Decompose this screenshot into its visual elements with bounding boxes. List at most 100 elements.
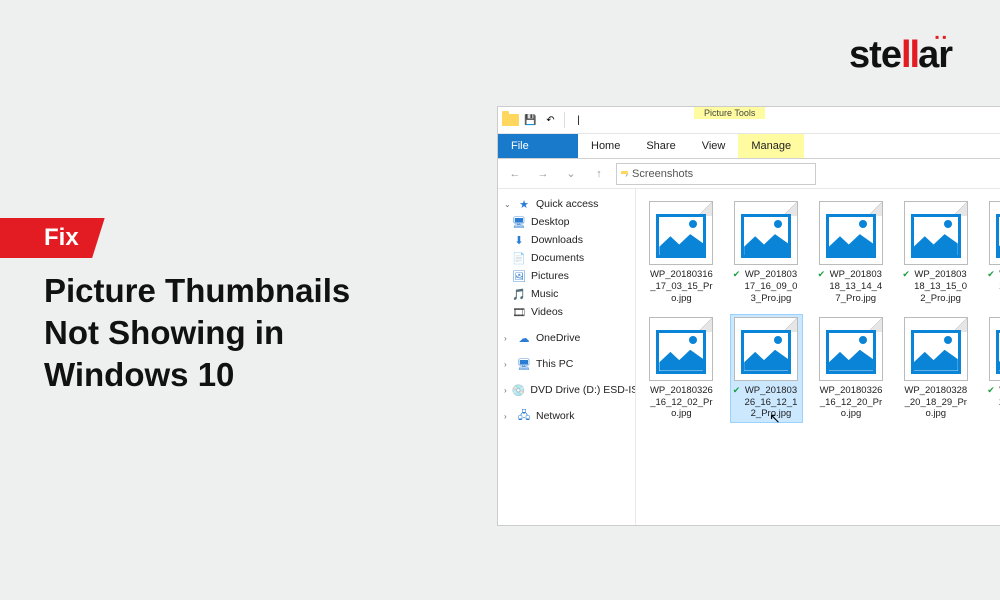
generic-image-icon xyxy=(819,317,883,381)
sync-check-icon: ✔ xyxy=(733,270,741,279)
videos-icon: 🎞 xyxy=(512,305,526,319)
file-name: WP_20180326_16_12_02_Pro.jpg xyxy=(648,385,715,421)
tab-home[interactable]: Home xyxy=(578,134,633,158)
disc-icon: 💿 xyxy=(512,383,526,397)
pc-icon: 🖥 xyxy=(517,357,531,371)
sidebar-label: Quick access xyxy=(536,198,598,210)
qat-customize-icon[interactable]: | xyxy=(570,112,587,129)
nav-back-button[interactable]: ← xyxy=(504,163,526,185)
tool-context-label: Picture Tools xyxy=(694,107,765,119)
address-bar: ← → ⌄ ↑ › Screenshots xyxy=(498,159,1000,189)
navigation-sidebar: ⌄ ★ Quick access 🖥 Desktop ⬇Downloads 📄Do… xyxy=(498,189,636,525)
tab-file[interactable]: File xyxy=(498,134,578,158)
logo-text-ll: ll xyxy=(901,34,918,76)
address-field[interactable]: › Screenshots xyxy=(616,163,816,185)
nav-up-button[interactable]: ↑ xyxy=(588,163,610,185)
file-item-selected[interactable]: ✔WP_20180326_16_12_12_Pro.jpg xyxy=(731,315,802,423)
folder-app-icon xyxy=(502,112,519,129)
brand-logo: ▪▪ stellar xyxy=(849,34,952,77)
generic-image-icon xyxy=(649,317,713,381)
file-explorer-window: 💾 ↶ | Picture Tools File Home Share View… xyxy=(497,106,1000,526)
generic-image-icon xyxy=(734,317,798,381)
network-icon: 🖧 xyxy=(517,409,531,423)
contextual-tool-tab: Picture Tools xyxy=(694,107,765,119)
sidebar-label: Pictures xyxy=(531,270,569,282)
generic-image-icon xyxy=(904,201,968,265)
generic-image-icon xyxy=(989,317,1000,381)
ribbon-tabs: File Home Share View Manage xyxy=(498,134,1000,159)
sidebar-item-pictures[interactable]: 🖼Pictures xyxy=(498,267,635,285)
chevron-right-icon: › xyxy=(504,386,507,395)
file-row: WP_20180326_16_12_02_Pro.jpg ✔WP_2018032… xyxy=(646,315,1000,423)
generic-image-icon xyxy=(734,201,798,265)
chevron-right-icon: › xyxy=(504,334,512,343)
star-icon: ★ xyxy=(517,197,531,211)
file-name: WP_20180318_13_15_02_Pro.jpg xyxy=(912,269,969,305)
sidebar-label: Documents xyxy=(531,252,584,264)
file-name: WP_20180326_16_12_12_Pro.jpg xyxy=(742,385,799,421)
tab-view[interactable]: View xyxy=(689,134,739,158)
chevron-right-icon: › xyxy=(504,360,512,369)
file-row: WP_20180316_17_03_15_Pro.jpg ✔WP_2018031… xyxy=(646,199,1000,307)
chevron-down-icon: ⌄ xyxy=(504,200,512,209)
nav-forward-button[interactable]: → xyxy=(532,163,554,185)
sidebar-label: Downloads xyxy=(531,234,583,246)
file-grid[interactable]: WP_20180316_17_03_15_Pro.jpg ✔WP_2018031… xyxy=(636,189,1000,525)
file-name: WP_20180318_13_14_47_Pro.jpg xyxy=(827,269,884,305)
music-icon: 🎵 xyxy=(512,287,526,301)
tab-share[interactable]: Share xyxy=(633,134,688,158)
generic-image-icon xyxy=(989,201,1000,265)
sidebar-label: Network xyxy=(536,410,575,422)
sidebar-onedrive[interactable]: › ☁ OneDrive xyxy=(498,329,635,347)
sync-check-icon: ✔ xyxy=(902,270,910,279)
file-name: WP_20180317_16_09_03_Pro.jpg xyxy=(742,269,799,305)
sidebar-dvd-drive[interactable]: › 💿 DVD Drive (D:) ESD-IS xyxy=(498,381,635,399)
cloud-icon: ☁ xyxy=(517,331,531,345)
sync-check-icon: ✔ xyxy=(733,386,741,395)
generic-image-icon xyxy=(819,201,883,265)
sidebar-label: OneDrive xyxy=(536,332,580,344)
generic-image-icon xyxy=(904,317,968,381)
save-icon[interactable]: 💾 xyxy=(522,112,539,129)
sidebar-item-desktop[interactable]: 🖥 Desktop xyxy=(498,213,635,231)
chevron-right-icon: › xyxy=(504,412,512,421)
sync-check-icon: ✔ xyxy=(987,386,995,395)
sync-check-icon: ✔ xyxy=(987,270,995,279)
file-item[interactable]: ✔WP_20180318_13_14_47_Pro.jpg xyxy=(816,199,887,307)
sidebar-label: This PC xyxy=(536,358,573,370)
undo-icon[interactable]: ↶ xyxy=(542,112,559,129)
file-item[interactable]: ✔WP_20180317_16_09_03_Pro.jpg xyxy=(731,199,802,307)
file-name: WP_20180316_17_03_15_Pro.jpg xyxy=(648,269,715,305)
file-name: WP_20180326_16_12_20_Pro.jpg xyxy=(818,385,885,421)
headline-block: Fix Picture Thumbnails Not Showing in Wi… xyxy=(0,218,390,397)
tab-manage[interactable]: Manage xyxy=(738,134,804,158)
file-item[interactable]: ✔WP_20180318_19_35_22_Pro.jpg xyxy=(985,199,1000,307)
headline-title: Picture Thumbnails Not Showing in Window… xyxy=(44,270,390,397)
desktop-icon: 🖥 xyxy=(512,215,526,229)
file-item[interactable]: WP_20180326_16_12_02_Pro.jpg xyxy=(646,315,717,423)
sidebar-quick-access[interactable]: ⌄ ★ Quick access xyxy=(498,195,635,213)
sidebar-item-downloads[interactable]: ⬇Downloads xyxy=(498,231,635,249)
file-item[interactable]: ✔WP_20180318_13_15_02_Pro.jpg xyxy=(900,199,971,307)
file-item[interactable]: ✔WP_20180328_20_18_35_Pro.jpg xyxy=(985,315,1000,423)
sidebar-item-documents[interactable]: 📄Documents xyxy=(498,249,635,267)
sidebar-label: Videos xyxy=(531,306,563,318)
sync-check-icon: ✔ xyxy=(818,270,826,279)
nav-recent-button[interactable]: ⌄ xyxy=(560,163,582,185)
file-name: WP_20180328_20_18_29_Pro.jpg xyxy=(902,385,969,421)
qat-divider xyxy=(564,112,565,128)
sidebar-this-pc[interactable]: › 🖥 This PC xyxy=(498,355,635,373)
file-item[interactable]: WP_20180316_17_03_15_Pro.jpg xyxy=(646,199,717,307)
fix-badge: Fix xyxy=(0,218,105,258)
sidebar-label: DVD Drive (D:) ESD-IS xyxy=(530,384,636,396)
sidebar-label: Desktop xyxy=(531,216,570,228)
breadcrumb-location[interactable]: Screenshots xyxy=(632,168,693,180)
file-item[interactable]: WP_20180326_16_12_20_Pro.jpg xyxy=(816,315,887,423)
sidebar-item-music[interactable]: 🎵 Music xyxy=(498,285,635,303)
sidebar-network[interactable]: › 🖧 Network xyxy=(498,407,635,425)
file-item[interactable]: WP_20180328_20_18_29_Pro.jpg xyxy=(900,315,971,423)
logo-text-pre: ste xyxy=(849,34,901,76)
generic-image-icon xyxy=(649,201,713,265)
sidebar-item-videos[interactable]: 🎞 Videos xyxy=(498,303,635,321)
sidebar-label: Music xyxy=(531,288,558,300)
